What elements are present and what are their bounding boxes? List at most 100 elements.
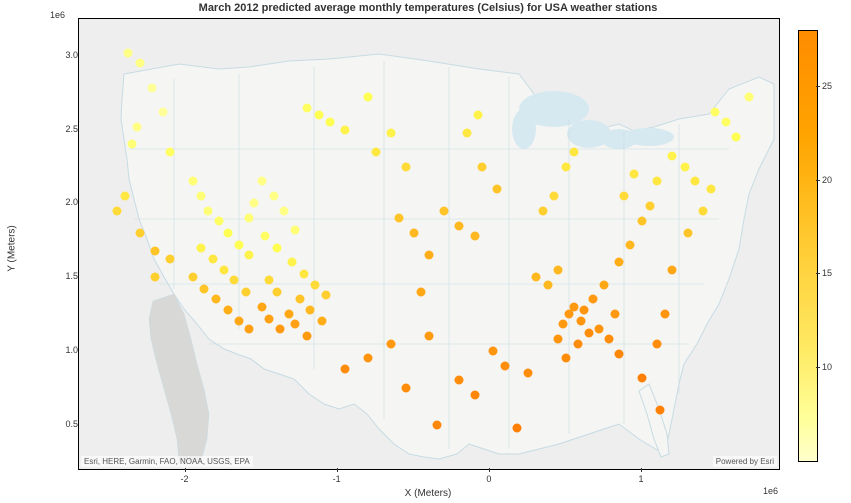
station-point — [208, 255, 217, 264]
station-point — [656, 405, 665, 414]
station-point — [455, 221, 464, 230]
station-point — [257, 302, 266, 311]
station-point — [569, 302, 578, 311]
station-point — [272, 287, 281, 296]
station-point — [196, 192, 205, 201]
x-axis-label: X (Meters) — [405, 488, 452, 499]
station-point — [470, 391, 479, 400]
station-point — [744, 93, 753, 102]
y-axis: 0.51.01.52.02.53.0 — [20, 18, 78, 468]
station-point — [543, 280, 552, 289]
station-point — [706, 184, 715, 193]
station-point — [234, 317, 243, 326]
station-point — [135, 59, 144, 68]
station-point — [230, 276, 239, 285]
station-point — [242, 287, 251, 296]
station-point — [386, 339, 395, 348]
station-point — [432, 420, 441, 429]
station-point — [531, 273, 540, 282]
station-point — [569, 147, 578, 156]
station-point — [615, 349, 624, 358]
station-point — [158, 107, 167, 116]
station-point — [341, 364, 350, 373]
station-point — [204, 206, 213, 215]
station-point — [470, 231, 479, 240]
station-point — [698, 206, 707, 215]
station-point — [615, 258, 624, 267]
y-axis-label: Y (Meters) — [7, 225, 18, 272]
colorbar-tick-label: 20 — [822, 175, 832, 185]
station-point — [219, 265, 228, 274]
station-point — [619, 192, 628, 201]
station-point — [463, 128, 472, 137]
x-axis-scale-label: 1e6 — [763, 486, 778, 496]
station-point — [721, 118, 730, 127]
y-tick-label: 0.5 — [20, 419, 78, 429]
station-point — [371, 147, 380, 156]
station-point — [265, 314, 274, 323]
station-point — [326, 118, 335, 127]
station-point — [269, 192, 278, 201]
station-point — [151, 246, 160, 255]
station-point — [291, 225, 300, 234]
station-point — [554, 335, 563, 344]
station-point — [148, 84, 157, 93]
station-point — [473, 110, 482, 119]
station-point — [539, 206, 548, 215]
station-point — [501, 361, 510, 370]
x-tick-label: -2 — [181, 474, 189, 484]
station-point — [478, 162, 487, 171]
station-point — [488, 346, 497, 355]
colorbar-tick-label: 10 — [822, 362, 832, 372]
y-tick-label: 1.0 — [20, 345, 78, 355]
station-point — [711, 107, 720, 116]
station-point — [310, 280, 319, 289]
station-point — [625, 240, 634, 249]
station-point — [211, 295, 220, 304]
station-point — [245, 324, 254, 333]
station-point — [668, 152, 677, 161]
station-point — [245, 214, 254, 223]
station-point — [215, 217, 224, 226]
station-point — [589, 295, 598, 304]
station-point — [595, 324, 604, 333]
station-point — [315, 110, 324, 119]
station-point — [558, 320, 567, 329]
station-point — [300, 270, 309, 279]
station-point — [199, 285, 208, 294]
colorbar: 10152025 — [798, 30, 843, 460]
station-point — [549, 192, 558, 201]
station-point — [653, 177, 662, 186]
station-point — [561, 162, 570, 171]
station-point — [680, 162, 689, 171]
basemap — [79, 19, 779, 469]
station-point — [386, 128, 395, 137]
station-point — [291, 320, 300, 329]
station-point — [250, 199, 259, 208]
station-point — [275, 324, 284, 333]
station-point — [440, 206, 449, 215]
station-point — [189, 177, 198, 186]
station-point — [306, 305, 315, 314]
station-point — [364, 93, 373, 102]
station-point — [493, 184, 502, 193]
station-point — [425, 332, 434, 341]
station-point — [683, 228, 692, 237]
station-point — [196, 243, 205, 252]
station-point — [260, 231, 269, 240]
station-point — [455, 376, 464, 385]
station-point — [660, 310, 669, 319]
station-point — [288, 258, 297, 267]
station-point — [303, 103, 312, 112]
station-point — [257, 177, 266, 186]
y-tick-label: 2.0 — [20, 197, 78, 207]
x-tick-label: 1 — [639, 474, 644, 484]
colorbar-tick-label: 15 — [822, 268, 832, 278]
station-point — [668, 265, 677, 274]
x-axis: X (Meters) 1e6 -2-101 — [78, 468, 778, 498]
station-point — [303, 332, 312, 341]
station-point — [341, 125, 350, 134]
station-point — [584, 329, 593, 338]
station-point — [691, 177, 700, 186]
x-tick-label: 0 — [486, 474, 491, 484]
